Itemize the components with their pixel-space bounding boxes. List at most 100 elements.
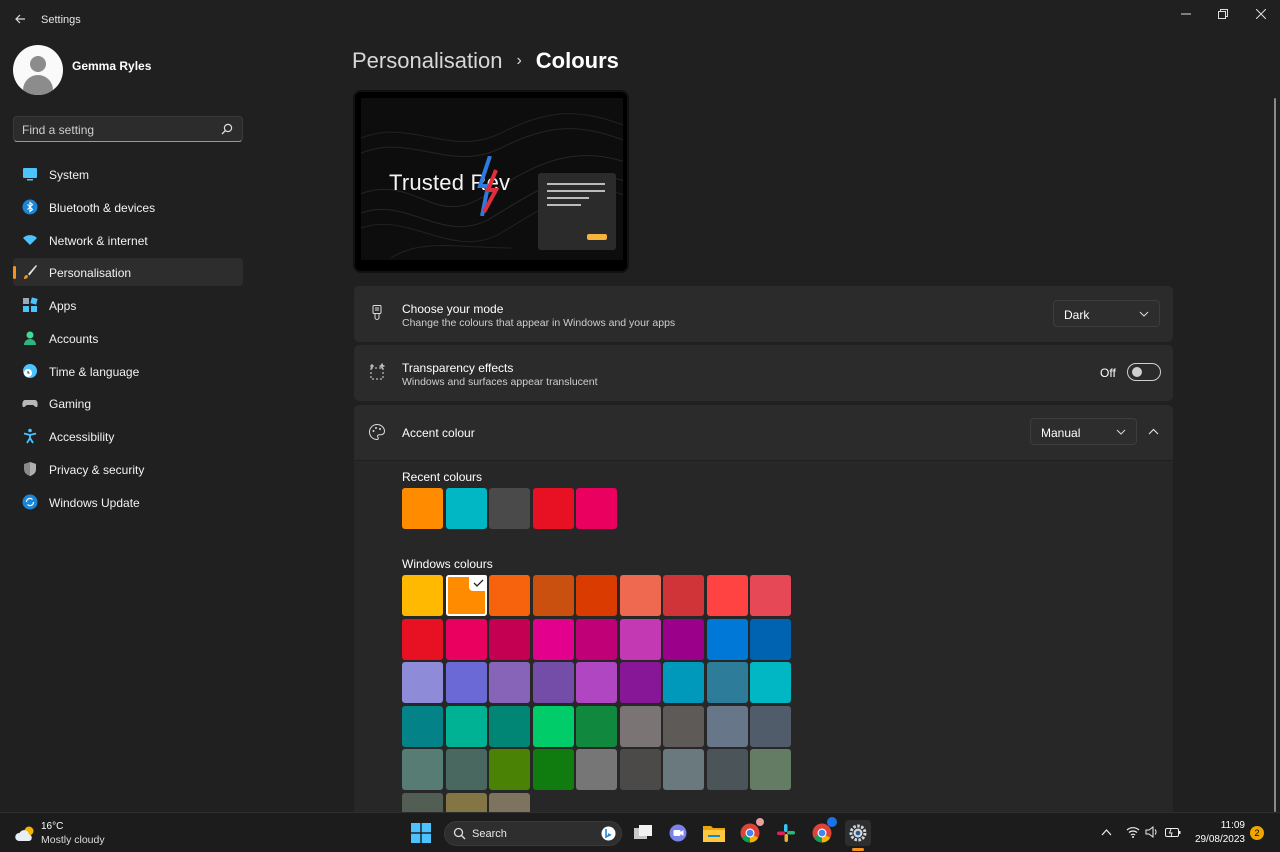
- sidebar-item-time-language[interactable]: Time & language: [13, 357, 243, 385]
- settings-search[interactable]: [13, 116, 243, 142]
- wifi-icon[interactable]: [1126, 826, 1140, 838]
- minimize-button[interactable]: [1168, 4, 1204, 24]
- windows-logo-icon: [411, 823, 431, 843]
- recent-colour-swatch[interactable]: [445, 488, 487, 529]
- windows-colour-swatch[interactable]: [489, 749, 530, 790]
- minimize-icon: [1181, 13, 1191, 15]
- clock-date[interactable]: 29/08/2023: [1190, 834, 1245, 845]
- sidebar-item-label: Bluetooth & devices: [49, 200, 156, 215]
- recent-colour-swatch[interactable]: [576, 488, 617, 529]
- breadcrumb-parent[interactable]: Personalisation: [352, 48, 502, 74]
- chevron-up-icon[interactable]: [1101, 828, 1112, 836]
- windows-colour-swatch[interactable]: [402, 575, 443, 616]
- chrome-button[interactable]: [737, 818, 764, 846]
- windows-colour-swatch[interactable]: [706, 705, 748, 747]
- speaker-icon[interactable]: [1145, 826, 1158, 838]
- scrollbar[interactable]: [1274, 98, 1276, 812]
- folder-icon: [703, 826, 725, 842]
- windows-colour-swatch[interactable]: [532, 705, 574, 747]
- transparency-state-label: Off: [1100, 366, 1116, 380]
- sidebar-item-system[interactable]: System: [13, 160, 243, 188]
- close-button[interactable]: [1243, 4, 1279, 24]
- windows-colour-swatch[interactable]: [663, 705, 704, 747]
- start-button[interactable]: [408, 820, 434, 846]
- battery-icon[interactable]: [1165, 826, 1181, 838]
- restore-button[interactable]: [1205, 4, 1241, 24]
- windows-colour-swatch[interactable]: [445, 705, 487, 747]
- windows-colour-swatch[interactable]: [402, 749, 443, 790]
- chevron-up-icon[interactable]: [1148, 427, 1159, 436]
- windows-colour-swatch[interactable]: [750, 749, 791, 790]
- notification-badge[interactable]: 2: [1250, 826, 1264, 840]
- accent-setting-card[interactable]: Accent colour Manual: [354, 405, 1173, 460]
- sidebar-item-network[interactable]: Network & internet: [13, 226, 243, 254]
- recent-colour-swatch[interactable]: [402, 488, 443, 529]
- user-profile[interactable]: Gemma Ryles: [13, 45, 253, 97]
- accent-mode-dropdown[interactable]: Manual: [1030, 418, 1137, 445]
- clock-time[interactable]: 11:09: [1190, 820, 1245, 831]
- windows-colour-swatch[interactable]: [489, 575, 530, 616]
- windows-colour-swatch[interactable]: [489, 662, 530, 703]
- accessibility-icon: [23, 428, 37, 444]
- sidebar-item-accounts[interactable]: Accounts: [13, 324, 243, 352]
- teams-chat-button[interactable]: [665, 820, 691, 846]
- windows-colour-swatch[interactable]: [489, 705, 530, 747]
- settings-taskbar-button[interactable]: [845, 820, 871, 846]
- file-explorer-button[interactable]: [701, 820, 727, 846]
- taskbar-search[interactable]: Search: [444, 821, 622, 846]
- sidebar-item-gaming[interactable]: Gaming: [13, 389, 243, 417]
- windows-colour-swatch[interactable]: [663, 749, 704, 790]
- windows-colour-swatch[interactable]: [402, 662, 443, 703]
- windows-colour-swatch[interactable]: [576, 662, 617, 703]
- slack-button[interactable]: [773, 820, 799, 846]
- windows-colour-swatch[interactable]: [402, 705, 443, 747]
- windows-colour-swatch[interactable]: [750, 618, 791, 660]
- windows-colour-swatch[interactable]: [663, 662, 704, 703]
- windows-colour-swatch[interactable]: [532, 618, 574, 660]
- windows-colour-swatch[interactable]: [619, 662, 661, 703]
- sidebar-item-label: Time & language: [49, 364, 140, 379]
- windows-colour-swatch[interactable]: [445, 749, 487, 790]
- windows-colour-swatch[interactable]: [750, 575, 791, 616]
- transparency-toggle[interactable]: [1127, 363, 1161, 381]
- back-button[interactable]: [10, 8, 30, 30]
- windows-colour-swatch[interactable]: [619, 749, 661, 790]
- sidebar-item-bluetooth[interactable]: Bluetooth & devices: [13, 193, 243, 221]
- windows-colour-swatch[interactable]: [706, 662, 748, 703]
- windows-colour-swatch[interactable]: [445, 662, 487, 703]
- windows-colour-swatch[interactable]: [576, 705, 617, 747]
- sidebar-item-apps[interactable]: Apps: [13, 291, 243, 319]
- accent-mode-value: Manual: [1041, 426, 1081, 440]
- windows-colour-swatch[interactable]: [619, 705, 661, 747]
- sidebar-item-privacy[interactable]: Privacy & security: [13, 455, 243, 483]
- windows-colour-swatch[interactable]: [532, 662, 574, 703]
- windows-colour-swatch[interactable]: [402, 618, 443, 660]
- windows-colour-swatch[interactable]: [532, 575, 574, 616]
- task-view-button[interactable]: [630, 820, 656, 846]
- windows-colour-swatch[interactable]: [750, 662, 791, 703]
- windows-colour-swatch[interactable]: [576, 575, 617, 616]
- sidebar-item-personalisation[interactable]: Personalisation: [13, 258, 243, 287]
- windows-colour-swatch[interactable]: [663, 575, 704, 616]
- windows-colour-swatch[interactable]: [576, 618, 617, 660]
- search-input[interactable]: [22, 121, 218, 138]
- sidebar-item-accessibility[interactable]: Accessibility: [13, 422, 243, 450]
- windows-colour-swatch[interactable]: [619, 618, 661, 660]
- recent-colour-swatch[interactable]: [532, 488, 574, 529]
- windows-colour-swatch[interactable]: [663, 618, 704, 660]
- chrome-profile-button[interactable]: [809, 817, 837, 846]
- sidebar-item-windows-update[interactable]: Windows Update: [13, 488, 243, 516]
- windows-colour-swatch[interactable]: [750, 705, 791, 747]
- sidebar-item-label: Accessibility: [49, 430, 115, 444]
- mode-dropdown[interactable]: Dark: [1053, 300, 1160, 327]
- recent-colour-swatch[interactable]: [489, 488, 530, 529]
- windows-colour-swatch[interactable]: [445, 575, 487, 616]
- windows-colour-swatch[interactable]: [706, 749, 748, 790]
- windows-colour-swatch[interactable]: [706, 575, 748, 616]
- windows-colour-swatch[interactable]: [619, 575, 661, 616]
- windows-colour-swatch[interactable]: [706, 618, 748, 660]
- windows-colour-swatch[interactable]: [532, 749, 574, 790]
- windows-colour-swatch[interactable]: [489, 618, 530, 660]
- windows-colour-swatch[interactable]: [445, 618, 487, 660]
- windows-colour-swatch[interactable]: [576, 749, 617, 790]
